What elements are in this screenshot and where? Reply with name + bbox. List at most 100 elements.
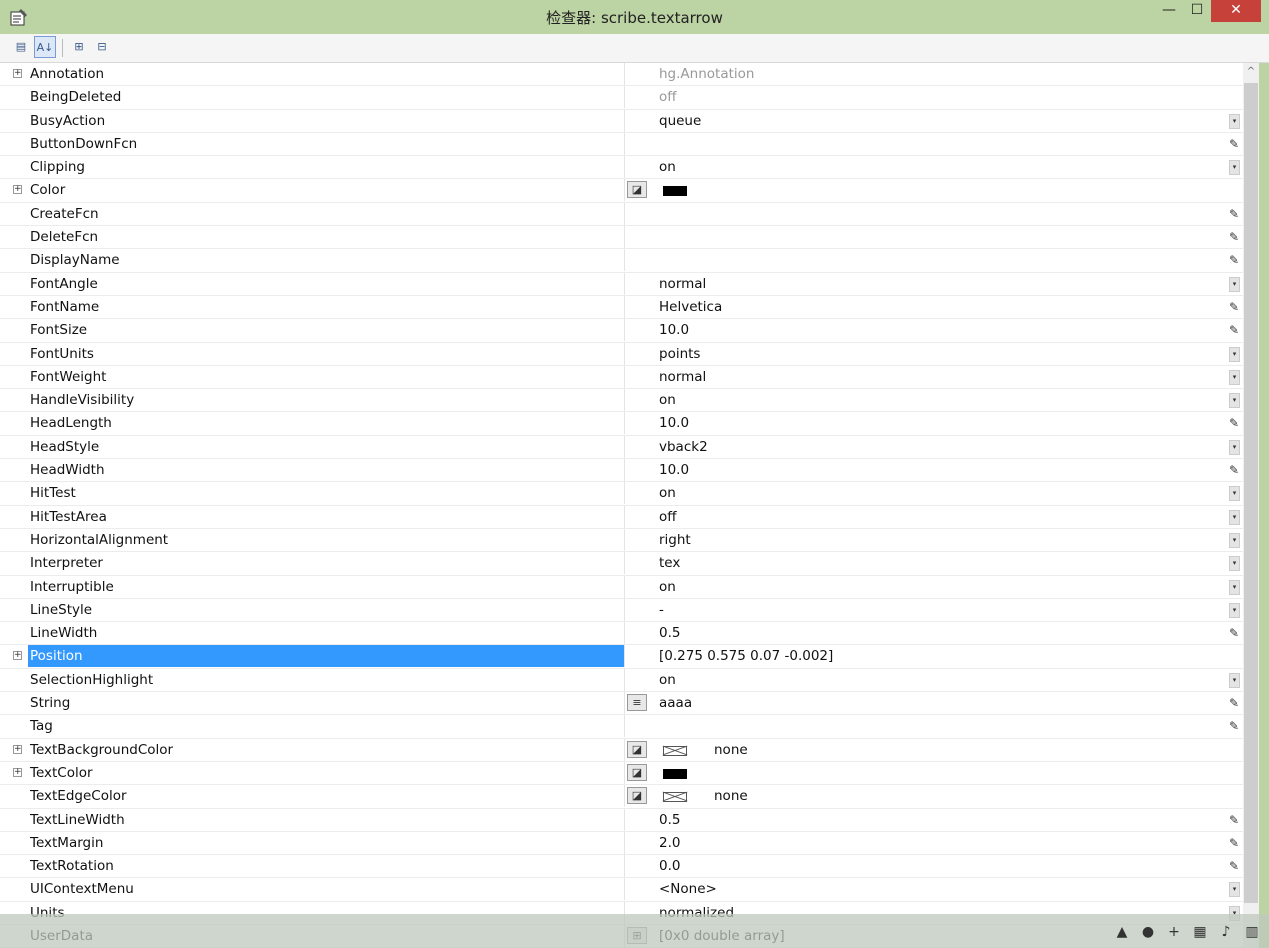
expand-icon[interactable]: + [13,744,22,754]
property-row[interactable]: UIContextMenu <None> ▾ [0,878,1243,902]
dropdown-arrow-icon[interactable]: ▾ [1229,369,1240,385]
property-value[interactable]: off [659,506,677,528]
property-name[interactable]: LineWidth [28,622,625,645]
property-row[interactable]: HeadLength 10.0 ✎ [0,412,1243,436]
property-name[interactable]: Annotation [28,63,625,85]
windows-icon[interactable]: ▦ [1191,924,1209,940]
property-name[interactable]: String [28,692,625,715]
expand-all-icon[interactable]: ⊞ [68,36,90,58]
property-name[interactable]: FontName [28,295,625,318]
dropdown-arrow-icon[interactable]: ▾ [1229,346,1240,362]
scroll-thumb[interactable] [1244,83,1258,903]
property-row[interactable]: DisplayName ✎ [0,249,1243,273]
security-icon[interactable]: + [1165,924,1183,940]
property-row[interactable]: HeadStyle vback2 ▾ [0,435,1243,460]
property-row[interactable]: HandleVisibility on ▾ [0,389,1243,413]
property-name[interactable]: TextEdgeColor [28,785,625,808]
property-row[interactable]: BusyAction queue ▾ [0,109,1243,133]
property-row[interactable]: LineStyle - ▾ [0,598,1243,623]
property-row[interactable]: HitTest on ▾ [0,482,1243,506]
property-row[interactable]: TextEdgeColor ◪ none [0,785,1243,809]
property-name[interactable]: Interpreter [28,552,625,575]
property-name[interactable]: Clipping [28,156,625,179]
property-name[interactable]: DisplayName [28,249,625,272]
pencil-edit-icon[interactable]: ✎ [1227,858,1241,874]
property-value[interactable]: - [659,599,664,621]
property-name[interactable]: HandleVisibility [28,389,625,412]
pencil-edit-icon[interactable]: ✎ [1227,322,1241,338]
property-row[interactable]: FontName Helvetica ✎ [0,295,1243,320]
property-value[interactable]: queue [659,110,701,132]
pencil-edit-icon[interactable]: ✎ [1227,812,1241,828]
property-row[interactable]: String ≡ aaaa ✎ [0,692,1243,716]
dropdown-arrow-icon[interactable]: ▾ [1229,556,1240,572]
property-name[interactable]: Tag [28,715,625,738]
property-value[interactable]: Helvetica [659,296,722,318]
property-value[interactable]: 10.0 [659,319,689,341]
property-name[interactable]: SelectionHighlight [28,668,625,691]
vertical-scrollbar[interactable]: ^ [1243,63,1259,948]
expand-icon[interactable]: + [13,767,22,777]
dropdown-arrow-icon[interactable]: ▾ [1229,672,1240,688]
property-name[interactable]: BusyAction [28,109,625,132]
property-row[interactable]: FontUnits points ▾ [0,342,1243,366]
close-button[interactable]: ✕ [1211,0,1261,22]
collapse-all-icon[interactable]: ⊟ [91,36,113,58]
pencil-edit-icon[interactable]: ✎ [1227,299,1241,315]
dropdown-arrow-icon[interactable]: ▾ [1229,882,1240,898]
pencil-edit-icon[interactable]: ✎ [1227,136,1241,152]
network-icon[interactable]: ▥ [1243,924,1261,940]
property-value[interactable]: 2.0 [659,832,680,854]
property-row[interactable]: + TextColor ◪ [0,761,1243,786]
pencil-edit-icon[interactable]: ✎ [1227,718,1241,734]
property-name[interactable]: HeadLength [28,412,625,435]
property-name[interactable]: HorizontalAlignment [28,528,625,551]
qq-icon[interactable]: ● [1139,924,1157,940]
property-value[interactable]: 10.0 [659,412,689,434]
property-row[interactable]: Clipping on ▾ [0,156,1243,180]
color-picker-icon[interactable]: ◪ [627,787,647,805]
color-picker-icon[interactable]: ◪ [627,181,647,199]
pencil-edit-icon[interactable]: ✎ [1227,835,1241,851]
categorized-view-icon[interactable]: ▤ [10,36,32,58]
property-value[interactable]: 10.0 [659,459,689,481]
property-row[interactable]: CreateFcn ✎ [0,202,1243,227]
property-row[interactable]: TextLineWidth 0.5 ✎ [0,808,1243,832]
dropdown-arrow-icon[interactable]: ▾ [1229,486,1240,502]
property-row[interactable]: LineWidth 0.5 ✎ [0,622,1243,646]
property-name[interactable]: FontSize [28,319,625,342]
expand-icon[interactable]: + [13,651,22,661]
property-value[interactable]: tex [659,552,680,574]
sort-alphabetical-icon[interactable]: A↓ [34,36,56,58]
property-row[interactable]: HeadWidth 10.0 ✎ [0,459,1243,483]
property-name[interactable]: TextBackgroundColor [28,738,625,761]
scroll-up-icon[interactable]: ^ [1243,65,1259,79]
property-name[interactable]: TextLineWidth [28,808,625,831]
property-value[interactable]: 0.5 [659,622,680,644]
property-row[interactable]: BeingDeleted off [0,86,1243,110]
property-name[interactable]: Color [28,179,625,202]
dropdown-arrow-icon[interactable]: ▾ [1229,579,1240,595]
property-value[interactable]: points [659,343,700,365]
pencil-edit-icon[interactable]: ✎ [1227,462,1241,478]
tray-expand-icon[interactable]: ▲ [1113,924,1131,940]
property-name[interactable]: FontWeight [28,365,625,388]
pencil-edit-icon[interactable]: ✎ [1227,206,1241,222]
property-row[interactable]: Interruptible on ▾ [0,575,1243,599]
dropdown-arrow-icon[interactable]: ▾ [1229,393,1240,409]
property-name[interactable]: HeadStyle [28,435,625,458]
property-name[interactable]: TextRotation [28,855,625,878]
property-row[interactable]: Interpreter tex ▾ [0,552,1243,576]
property-name[interactable]: TextMargin [28,831,625,854]
property-name[interactable]: CreateFcn [28,202,625,225]
property-row[interactable]: + TextBackgroundColor ◪ none [0,738,1243,762]
dropdown-arrow-icon[interactable]: ▾ [1229,276,1240,292]
dropdown-arrow-icon[interactable]: ▾ [1229,509,1240,525]
property-row[interactable]: FontSize 10.0 ✎ [0,319,1243,343]
property-row[interactable]: + Position [0.275 0.575 0.07 -0.002] [0,645,1243,669]
pencil-edit-icon[interactable]: ✎ [1227,229,1241,245]
property-name[interactable]: BeingDeleted [28,86,625,109]
property-name[interactable]: LineStyle [28,598,625,621]
property-value[interactable]: on [659,482,676,504]
property-name[interactable]: FontAngle [28,272,625,295]
